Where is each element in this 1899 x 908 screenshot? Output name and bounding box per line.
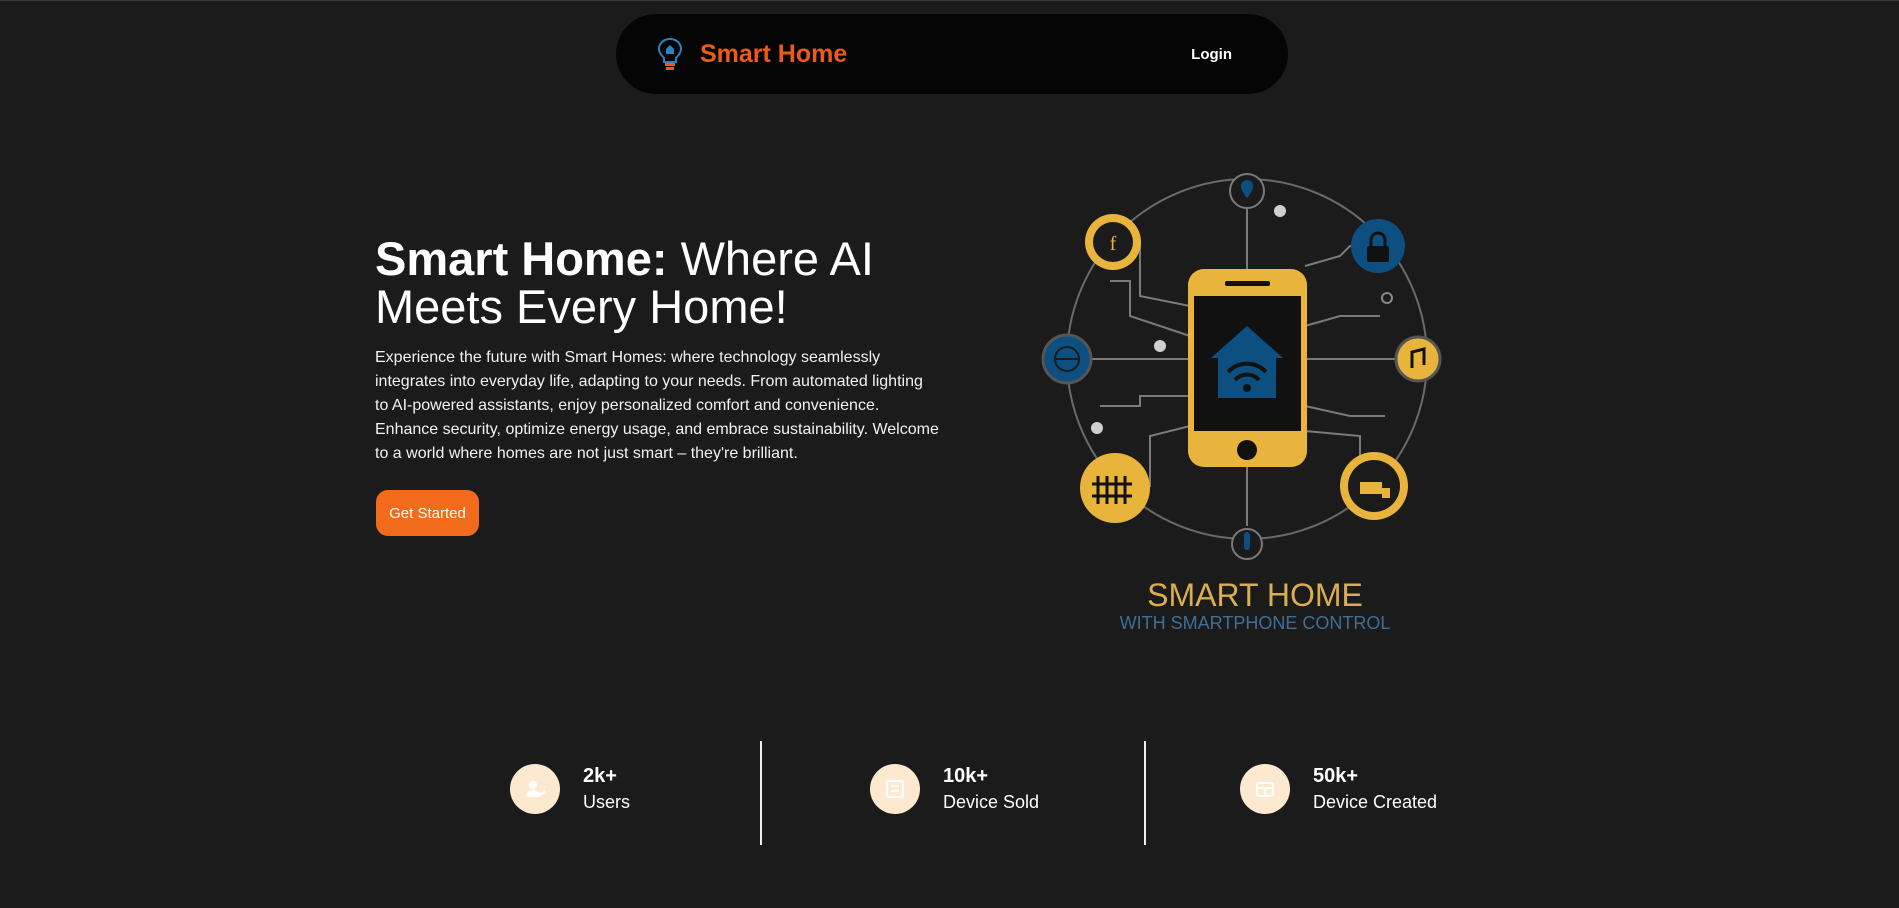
stat-users: 2k+ Users — [510, 763, 630, 815]
illustration-subtitle: WITH SMARTPHONE CONTROL — [1120, 613, 1391, 633]
svg-text:f: f — [1110, 233, 1117, 255]
stat-devices-sold: 10k+ Device Sold — [870, 763, 1039, 815]
hero-title-strong: Smart Home: — [375, 232, 668, 285]
stat-label: Device Sold — [943, 792, 1040, 812]
user-check-icon — [510, 764, 560, 814]
get-started-button[interactable]: Get Started — [376, 490, 479, 536]
device-icon — [870, 764, 920, 814]
stat-text: 10k+ Device Sold — [943, 763, 1039, 815]
hero-title: Smart Home: Where AI Meets Every Home! — [375, 235, 975, 331]
stat-divider — [1144, 741, 1146, 845]
stat-divider — [760, 741, 762, 845]
stat-devices-created: 50k+ Device Created — [1240, 763, 1437, 815]
stat-value: 2k+ — [583, 765, 617, 787]
smart-home-illustration: f SMART HOME WITH SMARTPHONE CONTROL — [1041, 173, 1442, 633]
hero-description: Experience the future with Smart Homes: … — [375, 349, 939, 462]
illustration-title: SMART HOME — [1147, 577, 1363, 613]
stat-label: Users — [583, 792, 631, 812]
stat-value: 50k+ — [1313, 765, 1359, 787]
device-create-icon — [1240, 764, 1290, 814]
login-link[interactable]: Login — [1191, 46, 1232, 63]
stat-text: 2k+ Users — [583, 763, 630, 815]
stat-text: 50k+ Device Created — [1313, 763, 1437, 815]
top-nav: Smart Home Login — [616, 14, 1288, 94]
brand[interactable]: Smart Home — [656, 37, 847, 71]
stat-label: Device Created — [1313, 792, 1438, 812]
lightbulb-icon — [657, 37, 683, 70]
brand-name: Smart Home — [700, 39, 848, 68]
stat-value: 10k+ — [943, 765, 989, 787]
